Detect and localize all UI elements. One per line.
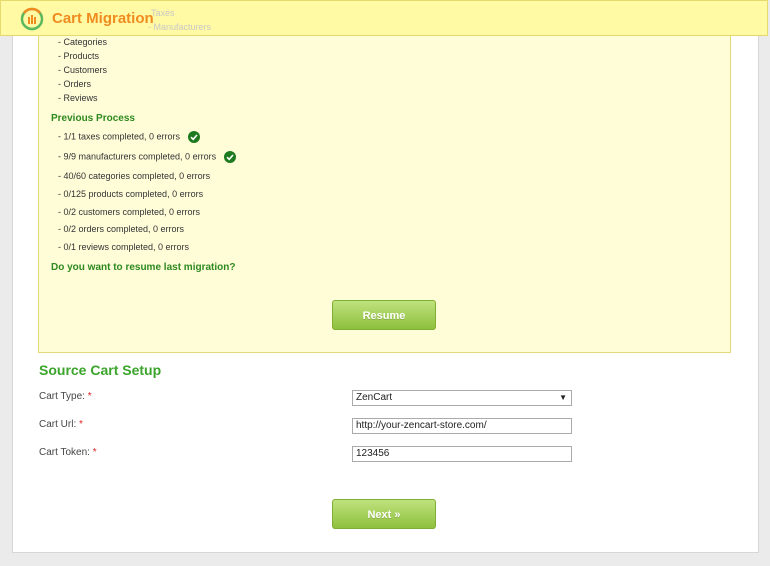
process-item: - 40/60 categories completed, 0 errors — [58, 171, 211, 181]
cart-token-label-text: Cart Token: — [39, 447, 90, 458]
entity-item: - Reviews — [58, 93, 98, 103]
cart-migration-logo — [20, 7, 44, 31]
cart-type-value: ZenCart — [356, 392, 393, 403]
entity-item: - Orders — [58, 79, 92, 89]
process-item: - 0/2 customers completed, 0 errors — [58, 207, 201, 217]
cart-token-input[interactable]: 123456 — [352, 446, 572, 462]
process-item: - 1/1 taxes completed, 0 errors — [58, 131, 200, 143]
entity-item: - Customers — [58, 65, 108, 75]
previous-process-title: Previous Process — [51, 113, 135, 124]
process-item: - 0/1 reviews completed, 0 errors — [58, 242, 190, 252]
next-button[interactable]: Next » — [332, 499, 436, 529]
source-setup-title: Source Cart Setup — [39, 362, 162, 378]
cart-url-label-text: Cart Url: — [39, 419, 77, 430]
required-mark: * — [79, 419, 83, 430]
required-mark: * — [87, 391, 92, 402]
brand-title: Cart Migration — [52, 10, 154, 27]
process-text: - 1/1 taxes completed, 0 errors — [58, 131, 181, 142]
required-mark: * — [92, 447, 97, 458]
cart-token-label: Cart Token: * — [39, 447, 97, 458]
process-text: - 9/9 manufacturers completed, 0 errors — [58, 151, 217, 162]
ghost-text: Taxes — [151, 8, 175, 18]
dropdown-arrow-icon: ▼ — [559, 393, 567, 402]
header-bar: Cart Migration Taxes - Manufacturers — [0, 0, 768, 36]
cart-type-label-text: Cart Type: — [39, 391, 85, 402]
cart-url-input[interactable]: http://your-zencart-store.com/ — [352, 418, 572, 434]
resume-button[interactable]: Resume — [332, 300, 436, 330]
entity-item: - Categories — [58, 37, 108, 47]
cart-type-label: Cart Type: * — [39, 391, 92, 402]
resume-question: Do you want to resume last migration? — [51, 262, 236, 273]
cart-type-select[interactable]: ZenCart ▼ — [352, 390, 572, 406]
process-item: - 0/2 orders completed, 0 errors — [58, 224, 185, 234]
cart-url-label: Cart Url: * — [39, 419, 83, 430]
entity-item: - Products — [58, 51, 100, 61]
process-item: - 9/9 manufacturers completed, 0 errors — [58, 151, 236, 163]
ghost-text: - Manufacturers — [148, 22, 212, 32]
process-item: - 0/125 products completed, 0 errors — [58, 189, 204, 199]
check-icon — [187, 131, 200, 143]
check-icon — [223, 151, 236, 163]
